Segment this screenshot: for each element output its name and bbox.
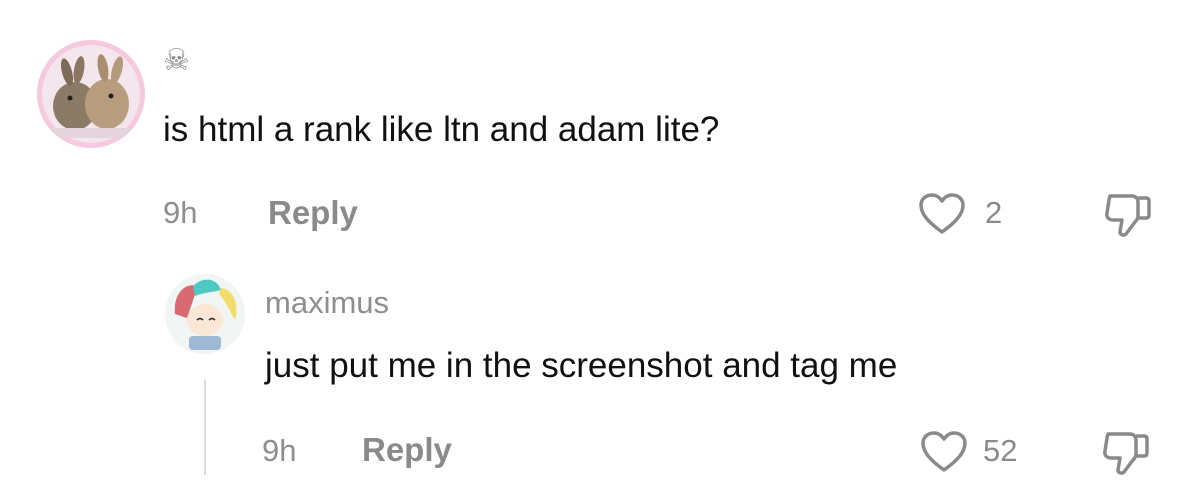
- heart-icon[interactable]: [920, 430, 968, 474]
- thread-line: [204, 380, 206, 475]
- thumbs-down-icon[interactable]: [1100, 428, 1152, 478]
- thumbs-down-icon[interactable]: [1102, 190, 1154, 240]
- reply-timestamp: 9h: [262, 433, 297, 468]
- reply-avatar[interactable]: [165, 274, 245, 354]
- comment-timestamp: 9h: [163, 195, 198, 230]
- reply-username[interactable]: maximus: [265, 285, 389, 321]
- anime-avatar-image: [165, 274, 245, 354]
- commenter-avatar[interactable]: [37, 40, 145, 148]
- heart-icon[interactable]: [918, 192, 966, 236]
- reply-text: just put me in the screenshot and tag me: [265, 346, 898, 385]
- comment-text: is html a rank like ltn and adam lite?: [163, 110, 720, 149]
- reply-button[interactable]: Reply: [268, 195, 358, 231]
- like-count: 2: [985, 195, 1003, 230]
- reply-button[interactable]: Reply: [362, 432, 452, 468]
- comment-username[interactable]: ☠: [163, 46, 190, 76]
- bunny-avatar-image: [37, 40, 145, 148]
- like-count: 52: [983, 433, 1018, 468]
